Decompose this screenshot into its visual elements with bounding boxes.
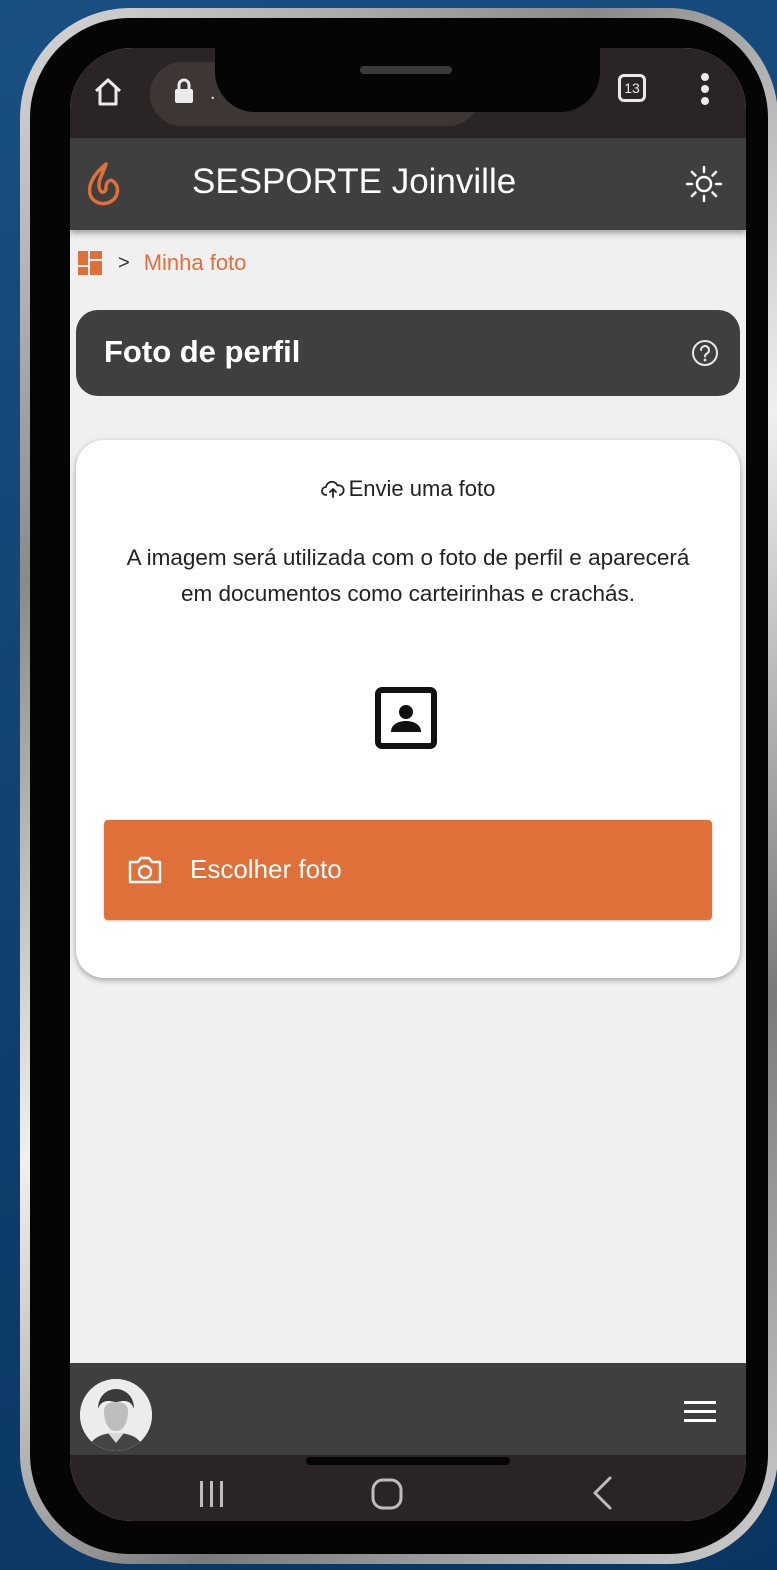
upload-card: Envie uma foto A imagem será utilizada c… (76, 440, 740, 978)
camera-icon (128, 856, 162, 884)
recents-icon[interactable] (194, 1479, 230, 1509)
help-circle-icon[interactable] (690, 338, 720, 368)
home-nav-icon[interactable] (370, 1477, 404, 1511)
hamburger-menu-icon[interactable] (682, 1397, 718, 1425)
lock-icon (175, 78, 193, 103)
breadcrumb-current[interactable]: Minha foto (144, 250, 247, 276)
phone-screen: . 13 SESPORTE Joinville > Minha foto Fot… (70, 48, 746, 1521)
user-avatar[interactable] (80, 1379, 152, 1451)
breadcrumb: > Minha foto (78, 248, 246, 278)
gesture-home-indicator[interactable] (306, 1457, 510, 1465)
choose-photo-label: Escolher foto (190, 854, 342, 884)
url-text: . (210, 82, 216, 104)
app-title: SESPORTE Joinville (192, 162, 517, 201)
upload-heading: Envie uma foto (76, 476, 740, 502)
flame-logo-icon[interactable] (84, 162, 124, 206)
camera-notch (215, 48, 600, 112)
cloud-upload-icon (320, 480, 345, 498)
dashboard-icon[interactable] (78, 251, 102, 275)
bottom-bar (70, 1363, 746, 1455)
page-title: Foto de perfil (104, 334, 301, 369)
app-header: SESPORTE Joinville (70, 138, 746, 230)
section-header: Foto de perfil (76, 310, 740, 396)
choose-photo-button[interactable]: Escolher foto (104, 820, 712, 920)
browser-home-icon[interactable] (92, 76, 124, 108)
upload-label: Envie uma foto (348, 476, 496, 501)
upload-description: A imagem será utilizada com o foto de pe… (126, 545, 690, 606)
breadcrumb-separator: > (118, 251, 130, 274)
sun-icon[interactable] (684, 164, 724, 204)
avatar-silhouette-icon (80, 1379, 152, 1451)
portrait-icon (375, 687, 437, 749)
back-icon[interactable] (590, 1475, 614, 1511)
system-nav-bar (70, 1455, 746, 1521)
notch-speaker (360, 66, 452, 74)
browser-menu-icon[interactable] (690, 70, 720, 112)
tab-switcher-button[interactable]: 13 (618, 74, 646, 102)
